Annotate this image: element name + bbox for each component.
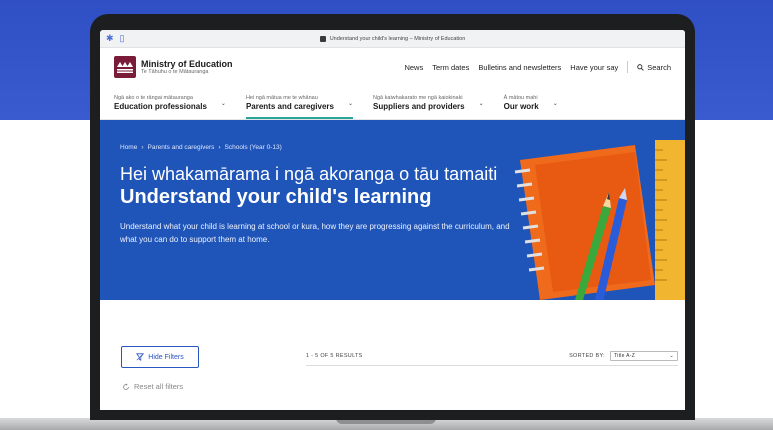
top-link-term-dates[interactable]: Term dates [432, 63, 469, 72]
notebook-pencils-illustration [514, 140, 685, 300]
chevron-down-icon: ⌄ [552, 100, 558, 107]
site-header: Ministry of Education Te Tāhuhu o te Māt… [100, 48, 685, 86]
search-label: Search [647, 62, 671, 72]
favicon-icon [319, 35, 326, 42]
sorted-by-label: SORTED BY: [569, 352, 605, 359]
top-nav: News Term dates Bulletins and newsletter… [404, 61, 671, 73]
nav-item-label: Parents and caregivers [245, 102, 334, 111]
chevron-right-icon: › [218, 144, 221, 151]
breadcrumb-home[interactable]: Home [120, 144, 137, 151]
sort-value: Title A-Z [614, 352, 636, 359]
breadcrumb-schools[interactable]: Schools (Year 0-13) [225, 144, 282, 151]
reset-filters-link[interactable]: Reset all filters [122, 382, 183, 391]
nav-item-suppliers-providers[interactable]: Ngā kaiwhakarato me ngā kaiokinaki Suppl… [373, 86, 484, 118]
top-link-bulletins[interactable]: Bulletins and newsletters [478, 63, 561, 72]
pin-icon[interactable]: ✱ [106, 33, 114, 44]
hide-filters-button[interactable]: Hide Filters [121, 346, 199, 368]
logo-subtitle: Te Tāhuhu o te Mātauranga [141, 68, 209, 75]
nav-item-subtitle: Ngā kaiwhakarato me ngā kaiokinaki [373, 95, 463, 101]
filter-icon [136, 353, 145, 361]
search-button[interactable]: Search [637, 63, 671, 72]
results-count: 1 - 5 OF 5 RESULTS [306, 352, 363, 359]
page-title-maori: Hei whakamārama i ngā akoranga o tāu tam… [120, 164, 498, 184]
reset-filters-label: Reset all filters [134, 382, 184, 391]
nav-item-education-professionals[interactable]: Ngā ako o te rāngai mātauranga Education… [114, 86, 226, 118]
chevron-down-icon: ⌄ [347, 100, 354, 107]
hero-banner: Home › Parents and caregivers › Schools … [100, 120, 685, 300]
top-link-have-your-say[interactable]: Have your say [570, 63, 618, 72]
browser-bar: ✱ ▯ Understand your child's learning – M… [100, 30, 685, 48]
chevron-down-icon: ⌄ [220, 100, 226, 107]
chevron-down-icon: ⌄ [478, 100, 484, 107]
hide-filters-label: Hide Filters [148, 353, 184, 361]
nav-item-subtitle: Ā mātou mahi [503, 95, 538, 101]
top-link-news[interactable]: News [404, 63, 423, 72]
chevron-right-icon: › [141, 144, 144, 151]
chevron-down-icon: ⌄ [669, 352, 674, 359]
filter-area: Hide Filters Reset all filters 1 - 5 OF … [100, 300, 685, 410]
sidebar-icon[interactable]: ▯ [120, 33, 125, 44]
nav-item-label: Education professionals [114, 102, 207, 111]
breadcrumb-parents[interactable]: Parents and caregivers [148, 144, 215, 151]
main-nav: Ngā ako o te rāngai mātauranga Education… [100, 86, 685, 120]
sort-select[interactable]: Title A-Z ⌄ [610, 350, 678, 361]
sort-control: SORTED BY: Title A-Z ⌄ [569, 350, 678, 361]
browser-tab[interactable]: Understand your child's learning – Minis… [319, 35, 466, 42]
page-description: Understand what your child is learning a… [120, 222, 510, 244]
nav-item-subtitle: Hei ngā mātua me te whānau [245, 95, 318, 101]
tab-title: Understand your child's learning – Minis… [329, 35, 466, 42]
search-icon [637, 63, 644, 71]
browser-window: ✱ ▯ Understand your child's learning – M… [100, 30, 685, 410]
logo[interactable]: Ministry of Education Te Tāhuhu o te Māt… [114, 56, 233, 78]
nav-item-label: Our work [503, 102, 539, 111]
nav-item-our-work[interactable]: Ā mātou mahi Our work ⌄ [504, 86, 558, 118]
reset-icon [123, 382, 129, 390]
logo-title: Ministry of Education [141, 58, 233, 69]
browser-toolbar-icons: ✱ ▯ [106, 33, 125, 44]
nav-item-subtitle: Ngā ako o te rāngai mātauranga [114, 95, 193, 101]
nav-item-label: Suppliers and providers [373, 102, 465, 111]
results-bar: 1 - 5 OF 5 RESULTS SORTED BY: Title A-Z … [306, 346, 678, 366]
nav-item-parents-caregivers[interactable]: Hei ngā mātua me te whānau Parents and c… [245, 86, 354, 119]
nav-divider [627, 61, 629, 73]
ministry-logo-icon [114, 56, 136, 78]
